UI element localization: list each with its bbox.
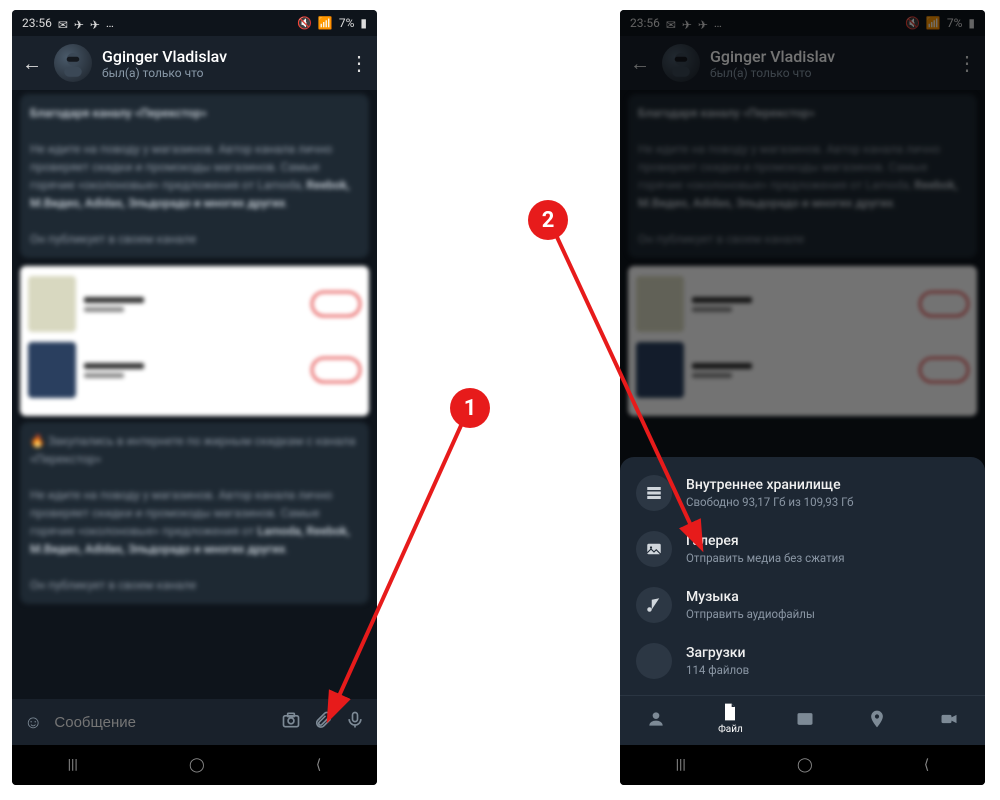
screenshot-left: 23:56 ✉ ✈ ✈ … 🔇 📶 7% ▮ ← Gginger Vladisl…	[12, 10, 377, 785]
storage-sub: Свободно 93,17 Гб из 109,93 Гб	[686, 495, 853, 509]
back-button[interactable]: ⟨	[924, 757, 929, 773]
tab-gallery[interactable]	[795, 709, 815, 729]
home-button[interactable]: ◯	[189, 757, 205, 773]
mail-icon: ✉	[666, 18, 676, 28]
storage-icon	[636, 475, 672, 511]
message-input[interactable]	[54, 714, 269, 731]
attach-tabs: Файл	[620, 695, 985, 745]
telegram-icon: ✈	[698, 18, 708, 28]
gallery-sub: Отправить медиа без сжатия	[686, 551, 845, 565]
gallery-icon	[636, 531, 672, 567]
battery-text: 7%	[947, 16, 963, 30]
battery-icon: ▮	[360, 16, 367, 30]
more-menu-button[interactable]: ⋮	[957, 51, 977, 75]
downloads-title: Загрузки	[686, 645, 749, 661]
attach-file-sheet: Внутреннее хранилище Свободно 93,17 Гб и…	[620, 457, 985, 745]
avatar[interactable]	[662, 44, 700, 82]
emoji-icon[interactable]: ☺	[24, 712, 42, 733]
tab-contact[interactable]	[646, 709, 666, 729]
attach-icon[interactable]	[313, 710, 333, 735]
avatar[interactable]	[54, 44, 92, 82]
back-button[interactable]: ⟨	[316, 757, 321, 773]
music-sub: Отправить аудиофайлы	[686, 607, 815, 621]
battery-icon: ▮	[968, 16, 975, 30]
recent-apps-button[interactable]: |||	[68, 757, 78, 773]
annotation-badge-2: 2	[528, 200, 568, 240]
downloads-icon	[636, 643, 672, 679]
vibrate-icon: 🔇	[905, 16, 920, 30]
more-menu-button[interactable]: ⋮	[349, 51, 369, 75]
storage-title: Внутреннее хранилище	[686, 477, 853, 493]
message-bubble: Благодаря каналу «Перекстор» Не идите на…	[628, 94, 977, 258]
tab-video[interactable]	[939, 709, 959, 729]
gallery-option[interactable]: Галерея Отправить медиа без сжатия	[620, 521, 985, 577]
chat-header: ← Gginger Vladislav был(а) только что ⋮	[620, 36, 985, 90]
back-button[interactable]: ←	[628, 51, 652, 76]
downloads-option[interactable]: Загрузки 114 файлов	[620, 633, 985, 689]
more-indicator: …	[106, 16, 114, 30]
chat-name: Gginger Vladislav	[102, 47, 339, 66]
chat-header: ← Gginger Vladislav был(а) только что ⋮	[12, 36, 377, 90]
chat-title-block[interactable]: Gginger Vladislav был(а) только что	[102, 47, 339, 80]
signal-icon: 📶	[926, 16, 941, 30]
mic-icon[interactable]	[345, 710, 365, 735]
annotation-badge-1: 1	[450, 388, 490, 428]
storage-option[interactable]: Внутреннее хранилище Свободно 93,17 Гб и…	[620, 465, 985, 521]
camera-icon[interactable]	[281, 710, 301, 735]
chat-last-seen: был(а) только что	[102, 66, 339, 80]
message-bubble: 🔥 Закупались в интернете по жирным скидк…	[20, 422, 369, 604]
link-preview	[20, 266, 369, 416]
home-button[interactable]: ◯	[797, 757, 813, 773]
annotation-2-label: 2	[542, 208, 555, 233]
music-option[interactable]: Музыка Отправить аудиофайлы	[620, 577, 985, 633]
chat-last-seen: был(а) только что	[710, 66, 947, 80]
music-icon	[636, 587, 672, 623]
more-indicator: …	[714, 16, 722, 30]
android-nav-bar: ||| ◯ ⟨	[12, 745, 377, 785]
mail-icon: ✉	[58, 18, 68, 28]
tab-location[interactable]	[867, 709, 887, 729]
chat-name: Gginger Vladislav	[710, 47, 947, 66]
vibrate-icon: 🔇	[297, 16, 312, 30]
android-nav-bar: ||| ◯ ⟨	[620, 745, 985, 785]
status-time: 23:56	[630, 16, 660, 30]
link-preview	[628, 266, 977, 416]
annotation-1-label: 1	[464, 396, 477, 421]
message-bubble: Благодаря каналу «Перекстор» Не идите на…	[20, 94, 369, 258]
back-button[interactable]: ←	[20, 51, 44, 76]
tab-file-label: Файл	[718, 724, 743, 735]
status-bar: 23:56 ✉ ✈ ✈ … 🔇 📶 7% ▮	[12, 10, 377, 36]
tab-file[interactable]: Файл	[718, 702, 743, 735]
telegram-icon: ✈	[74, 18, 84, 28]
telegram-icon: ✈	[682, 18, 692, 28]
screenshot-right: 23:56 ✉ ✈ ✈ … 🔇 📶 7% ▮ ← Gginger Vladisl…	[620, 10, 985, 785]
battery-text: 7%	[339, 16, 355, 30]
gallery-title: Галерея	[686, 533, 845, 549]
message-input-bar: ☺	[12, 699, 377, 745]
telegram-icon: ✈	[90, 18, 100, 28]
recent-apps-button[interactable]: |||	[676, 757, 686, 773]
status-bar: 23:56 ✉ ✈ ✈ … 🔇 📶 7% ▮	[620, 10, 985, 36]
music-title: Музыка	[686, 589, 815, 605]
status-time: 23:56	[22, 16, 52, 30]
downloads-sub: 114 файлов	[686, 663, 749, 677]
chat-title-block[interactable]: Gginger Vladislav был(а) только что	[710, 47, 947, 80]
signal-icon: 📶	[318, 16, 333, 30]
chat-body[interactable]: Благодаря каналу «Перекстор» Не идите на…	[12, 90, 377, 709]
